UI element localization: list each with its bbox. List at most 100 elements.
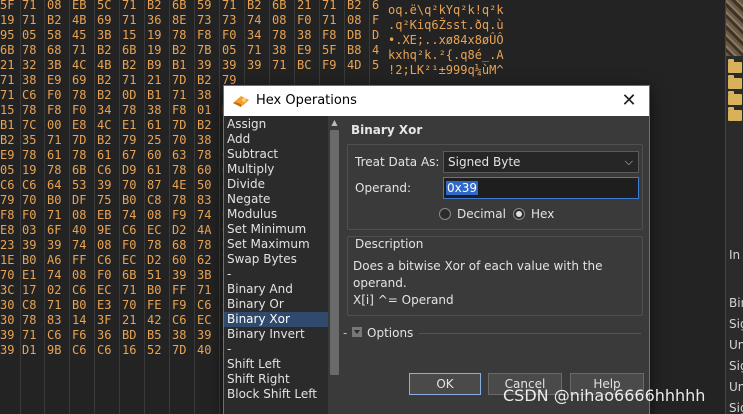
hex-byte[interactable]: 21 (147, 73, 161, 88)
hex-byte[interactable]: 38 (147, 103, 161, 118)
operations-list[interactable]: Assign Add Subtract Multiply Divide Negate Mod… (224, 116, 328, 414)
operation-item[interactable]: Binary And (224, 282, 328, 297)
hex-byte[interactable]: 6B (272, 0, 286, 13)
dialog-title-bar[interactable]: Hex Operations ✕ (224, 86, 649, 116)
hex-byte[interactable]: 68 (47, 43, 61, 58)
hex-byte[interactable]: 74 (122, 208, 136, 223)
hex-byte[interactable]: B0 (47, 193, 61, 208)
hex-byte[interactable]: E1 (22, 268, 36, 283)
hex-byte[interactable]: 73 (222, 13, 236, 28)
hex-byte[interactable]: 35 (22, 133, 36, 148)
hex-byte[interactable]: 70 (122, 178, 136, 193)
hex-byte[interactable]: 53 (72, 178, 86, 193)
hex-byte[interactable]: E1 (122, 118, 136, 133)
hex-byte[interactable]: 0D (122, 88, 136, 103)
hex-byte[interactable]: B5 (147, 328, 161, 343)
hex-byte[interactable]: 21 (0, 58, 14, 73)
hex-byte[interactable]: 71 (322, 13, 336, 28)
hex-byte[interactable]: 21 (122, 313, 136, 328)
hex-byte[interactable]: 16 (122, 343, 136, 358)
hex-byte[interactable]: C8 (147, 193, 161, 208)
ascii-row[interactable]: !2;LK²¹±999q¼ùM^ (388, 63, 504, 78)
folder-icon[interactable] (728, 91, 742, 105)
hex-byte[interactable]: D1 (22, 343, 36, 358)
hex-byte[interactable]: 50 (197, 178, 211, 193)
hex-byte[interactable]: 15 (122, 28, 136, 43)
hex-byte[interactable]: F8 (322, 28, 336, 43)
hex-byte[interactable]: F9 (372, 13, 380, 28)
hex-byte[interactable]: 71 (172, 88, 186, 103)
hex-byte[interactable]: C6 (22, 178, 36, 193)
hex-byte[interactable]: 78 (197, 148, 211, 163)
hex-byte[interactable]: 69 (97, 13, 111, 28)
hex-byte[interactable]: 71 (0, 73, 14, 88)
hex-byte[interactable]: F0 (72, 103, 86, 118)
hex-byte[interactable]: C6 (72, 283, 86, 298)
hex-byte[interactable]: E3 (97, 298, 111, 313)
hex-byte[interactable]: B1 (0, 118, 14, 133)
hex-byte[interactable]: 9B (47, 343, 61, 358)
hex-byte[interactable]: 5F (0, 0, 14, 13)
hex-byte[interactable]: 19 (22, 163, 36, 178)
hex-byte[interactable]: F8 (47, 103, 61, 118)
hex-byte[interactable]: 71 (22, 328, 36, 343)
hex-byte[interactable]: C6 (172, 313, 186, 328)
hex-byte[interactable]: 64 (47, 178, 61, 193)
close-button[interactable]: ✕ (615, 89, 643, 113)
hex-byte[interactable]: 78 (47, 163, 61, 178)
hex-byte[interactable]: FF (72, 253, 86, 268)
hex-byte[interactable]: 39 (172, 268, 186, 283)
hex-byte[interactable]: 32 (22, 58, 36, 73)
hex-byte[interactable]: E9 (0, 148, 14, 163)
hex-byte[interactable]: 4D (347, 58, 361, 73)
hex-byte[interactable]: 19 (147, 28, 161, 43)
hex-byte[interactable]: B2 (247, 0, 261, 13)
hex-radio[interactable] (513, 208, 525, 220)
hex-byte[interactable]: EC (122, 253, 136, 268)
hex-byte[interactable]: EB (72, 0, 86, 13)
hex-byte[interactable]: 4B (97, 58, 111, 73)
hex-byte[interactable]: 6B (72, 163, 86, 178)
hex-byte[interactable]: 69 (72, 73, 86, 88)
ascii-row[interactable]: oq.ë\q²kYq²k!q²k (388, 3, 504, 18)
hex-byte[interactable]: 23 (0, 238, 14, 253)
operation-item[interactable]: Subtract (224, 147, 328, 162)
hex-byte[interactable]: 83 (197, 193, 211, 208)
hex-byte[interactable]: B2 (0, 133, 14, 148)
hex-byte[interactable]: DB (347, 28, 361, 43)
operation-item[interactable]: Shift Left (224, 357, 328, 372)
hex-byte[interactable]: B0 (72, 298, 86, 313)
hex-byte[interactable]: 87 (147, 178, 161, 193)
hex-byte[interactable]: 1E (0, 253, 14, 268)
hex-byte[interactable]: B0 (122, 193, 136, 208)
hex-byte[interactable]: 71 (47, 133, 61, 148)
hex-byte[interactable]: 71 (197, 283, 211, 298)
hex-row[interactable]: 19 71 B2 4B 69 71 36 8E 73 73 74 08 F0 71 08 F9 (0, 13, 380, 28)
operation-item[interactable]: Assign (224, 117, 328, 132)
hex-byte[interactable]: 3B (97, 28, 111, 43)
hex-byte[interactable]: 03 (22, 223, 36, 238)
hex-byte[interactable]: 79 (122, 133, 136, 148)
hex-byte[interactable]: 39 (0, 343, 14, 358)
hex-byte[interactable]: 78 (22, 43, 36, 58)
hex-byte[interactable]: BD (122, 328, 136, 343)
hex-byte[interactable]: EC (147, 223, 161, 238)
folder-icon[interactable] (728, 75, 742, 89)
operation-item[interactable]: Modulus (224, 207, 328, 222)
hex-byte[interactable]: C6 (97, 253, 111, 268)
hex-byte[interactable]: 9E (97, 223, 111, 238)
hex-byte[interactable]: DF (72, 193, 86, 208)
hex-byte[interactable]: 62 (197, 253, 211, 268)
hex-byte[interactable]: 6B (0, 43, 14, 58)
hex-byte[interactable]: C6 (97, 163, 111, 178)
hex-byte[interactable]: 78 (22, 103, 36, 118)
hex-byte[interactable]: 5C (97, 0, 111, 13)
hex-byte[interactable]: FF (172, 283, 186, 298)
hex-byte[interactable]: 3C (0, 283, 14, 298)
operation-item[interactable]: Binary Xor (224, 312, 328, 327)
hex-byte[interactable]: 7D (172, 73, 186, 88)
folder-icon[interactable] (728, 59, 742, 73)
hex-byte[interactable]: 71 (72, 43, 86, 58)
hex-byte[interactable]: F9 (172, 298, 186, 313)
hex-byte[interactable]: C6 (47, 328, 61, 343)
